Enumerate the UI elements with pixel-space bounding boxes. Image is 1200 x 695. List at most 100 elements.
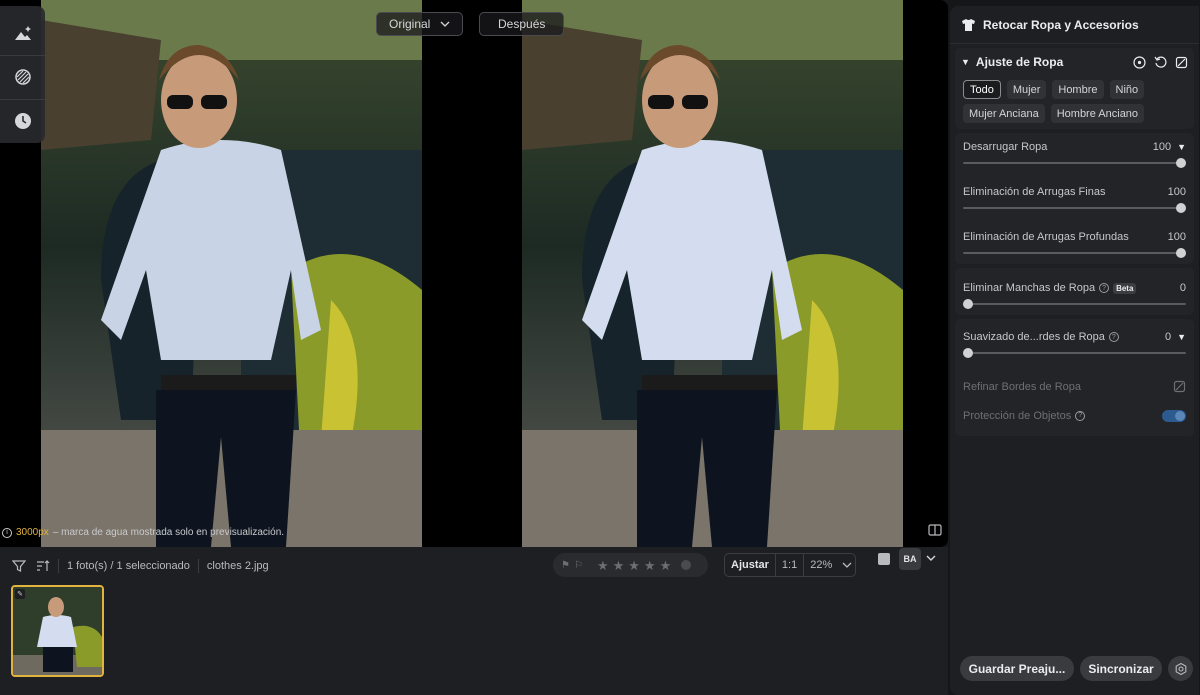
object-protection-row: Protección de Objetos ? bbox=[955, 401, 1194, 430]
info-icon: i bbox=[2, 527, 12, 538]
chip-todo[interactable]: Todo bbox=[963, 80, 1001, 99]
chevron-down-icon bbox=[440, 21, 450, 27]
slider-arrugas-profundas: Eliminación de Arrugas Profundas 100 bbox=[955, 215, 1194, 260]
clothing-adjust-section: ▼ Ajuste de Ropa Todo Mujer Hombre Niño … bbox=[955, 48, 1194, 129]
slider-label: Eliminar Manchas de Ropa bbox=[963, 282, 1096, 294]
star-icon[interactable]: ★ bbox=[660, 559, 672, 572]
compare-after-wrap: Después bbox=[479, 12, 565, 36]
after-label-button[interactable]: Después bbox=[479, 12, 565, 36]
history-icon bbox=[14, 113, 31, 130]
zoom-value[interactable]: 22% bbox=[804, 559, 838, 571]
brush-edit-icon[interactable] bbox=[1173, 380, 1186, 393]
history-tool[interactable] bbox=[6, 105, 40, 138]
refine-edges-row[interactable]: Refinar Bordes de Ropa bbox=[955, 372, 1194, 401]
chevron-down-icon[interactable] bbox=[926, 553, 936, 563]
slider-value[interactable]: 100 bbox=[1153, 141, 1171, 153]
slider-label: Suavizado de...rdes de Ropa bbox=[963, 331, 1105, 343]
eraser-icon[interactable] bbox=[1175, 56, 1188, 69]
slider-value[interactable]: 100 bbox=[1168, 231, 1186, 243]
portrait-image bbox=[41, 0, 422, 547]
help-icon[interactable]: ? bbox=[1099, 283, 1110, 293]
watermark-resolution: 3000px bbox=[16, 527, 49, 538]
slider-value[interactable]: 0 bbox=[1180, 282, 1186, 294]
help-icon[interactable]: ? bbox=[1075, 410, 1086, 421]
zoom-1to1-button[interactable]: 1:1 bbox=[776, 559, 803, 571]
slider-track[interactable] bbox=[963, 248, 1186, 258]
slider-track[interactable] bbox=[963, 203, 1186, 213]
texture-tool[interactable] bbox=[6, 61, 40, 94]
filter-icon[interactable] bbox=[12, 559, 26, 573]
portrait-image-retouched bbox=[522, 0, 903, 547]
watermark-notice: i 3000px – marca de agua mostrada solo e… bbox=[2, 527, 284, 538]
photo-thumbnail[interactable]: ✎ bbox=[11, 585, 104, 677]
star-icon[interactable]: ★ bbox=[644, 559, 656, 572]
chip-hombre-anciano[interactable]: Hombre Anciano bbox=[1050, 104, 1145, 123]
eye-icon[interactable] bbox=[1133, 55, 1146, 69]
section-header[interactable]: ▼ Ajuste de Ropa bbox=[955, 48, 1194, 76]
chip-nino[interactable]: Niño bbox=[1109, 80, 1145, 99]
slider-knob[interactable] bbox=[963, 348, 973, 358]
fit-button[interactable]: Ajustar bbox=[725, 559, 775, 571]
after-label: Después bbox=[498, 17, 546, 31]
stain-section: Eliminar Manchas de Ropa ? Beta 0 bbox=[955, 268, 1194, 315]
image-viewer[interactable]: Original Después i 3000px – marca de agu… bbox=[0, 0, 948, 547]
sort-icon[interactable] bbox=[36, 559, 50, 573]
star-icon[interactable]: ★ bbox=[628, 559, 640, 572]
slider-track[interactable] bbox=[963, 158, 1186, 168]
split-view-icon[interactable] bbox=[928, 523, 942, 537]
before-after-toggle[interactable]: BA bbox=[899, 548, 921, 570]
star-icon[interactable]: ★ bbox=[613, 559, 625, 572]
ai-landscape-tool[interactable] bbox=[6, 17, 40, 50]
slider-value[interactable]: 100 bbox=[1168, 186, 1186, 198]
expand-caret-icon[interactable]: ▼ bbox=[1177, 332, 1186, 342]
original-dropdown[interactable]: Original bbox=[376, 12, 464, 36]
left-toolbox bbox=[0, 6, 45, 143]
divider bbox=[0, 99, 45, 100]
shirt-icon bbox=[962, 18, 975, 31]
single-view-icon[interactable] bbox=[878, 553, 890, 565]
chip-mujer-anciana[interactable]: Mujer Anciana bbox=[963, 104, 1045, 123]
reset-icon[interactable] bbox=[1154, 56, 1167, 69]
section-title: Ajuste de Ropa bbox=[975, 55, 1064, 69]
thumbnail-image bbox=[13, 587, 102, 675]
color-label-dot[interactable] bbox=[681, 560, 692, 570]
refine-label: Refinar Bordes de Ropa bbox=[963, 380, 1082, 393]
protection-toggle[interactable] bbox=[1162, 409, 1186, 422]
slider-track[interactable] bbox=[963, 348, 1186, 358]
section-actions bbox=[1133, 55, 1188, 69]
slider-manchas: Eliminar Manchas de Ropa ? Beta 0 bbox=[955, 274, 1194, 311]
slider-knob[interactable] bbox=[1176, 248, 1186, 258]
ba-label: BA bbox=[903, 554, 917, 564]
right-panel: Retocar Ropa y Accesorios ▼ Ajuste de Ro… bbox=[950, 6, 1199, 695]
sync-label: Sincronizar bbox=[1088, 661, 1154, 676]
slider-value[interactable]: 0 bbox=[1165, 331, 1171, 343]
slider-knob[interactable] bbox=[1176, 203, 1186, 213]
help-icon[interactable]: ? bbox=[1108, 332, 1119, 342]
sync-button[interactable]: Sincronizar bbox=[1080, 656, 1162, 681]
photo-original bbox=[41, 0, 422, 547]
divider bbox=[197, 559, 199, 573]
star-icon[interactable]: ★ bbox=[597, 559, 609, 572]
chip-mujer[interactable]: Mujer bbox=[1006, 80, 1047, 99]
filmstrip-area: 1 foto(s) / 1 seleccionado clothes 2.jpg… bbox=[0, 547, 948, 695]
sync-settings-button[interactable] bbox=[1168, 656, 1193, 681]
compare-original-wrap: Original bbox=[376, 12, 464, 36]
slider-knob[interactable] bbox=[963, 299, 973, 309]
collapse-triangle-icon[interactable]: ▼ bbox=[961, 57, 970, 67]
slider-header: Suavizado de...rdes de Ropa ? 0 ▼ bbox=[963, 331, 1186, 343]
slider-track[interactable] bbox=[963, 299, 1186, 309]
chevron-down-icon[interactable] bbox=[842, 562, 852, 568]
chip-hombre[interactable]: Hombre bbox=[1052, 80, 1104, 99]
landscape-sparkle-icon bbox=[14, 25, 31, 40]
save-preset-button[interactable]: Guardar Preaju... bbox=[960, 656, 1074, 681]
wrinkle-sliders: Desarrugar Ropa 100 ▼ Eliminación de Arr… bbox=[955, 133, 1194, 264]
edited-pencil-icon: ✎ bbox=[15, 589, 25, 599]
flag-pick-icon[interactable]: ⚑ bbox=[561, 560, 570, 571]
beta-badge: Beta bbox=[1113, 282, 1137, 294]
gear-icon bbox=[1175, 662, 1186, 675]
flag-reject-icon[interactable]: ⚐ bbox=[574, 560, 583, 571]
expand-caret-icon[interactable]: ▼ bbox=[1177, 142, 1186, 152]
slider-knob[interactable] bbox=[1176, 158, 1186, 168]
slider-header: Eliminar Manchas de Ropa ? Beta 0 bbox=[963, 282, 1186, 294]
slider-header: Eliminación de Arrugas Finas 100 bbox=[963, 186, 1186, 198]
